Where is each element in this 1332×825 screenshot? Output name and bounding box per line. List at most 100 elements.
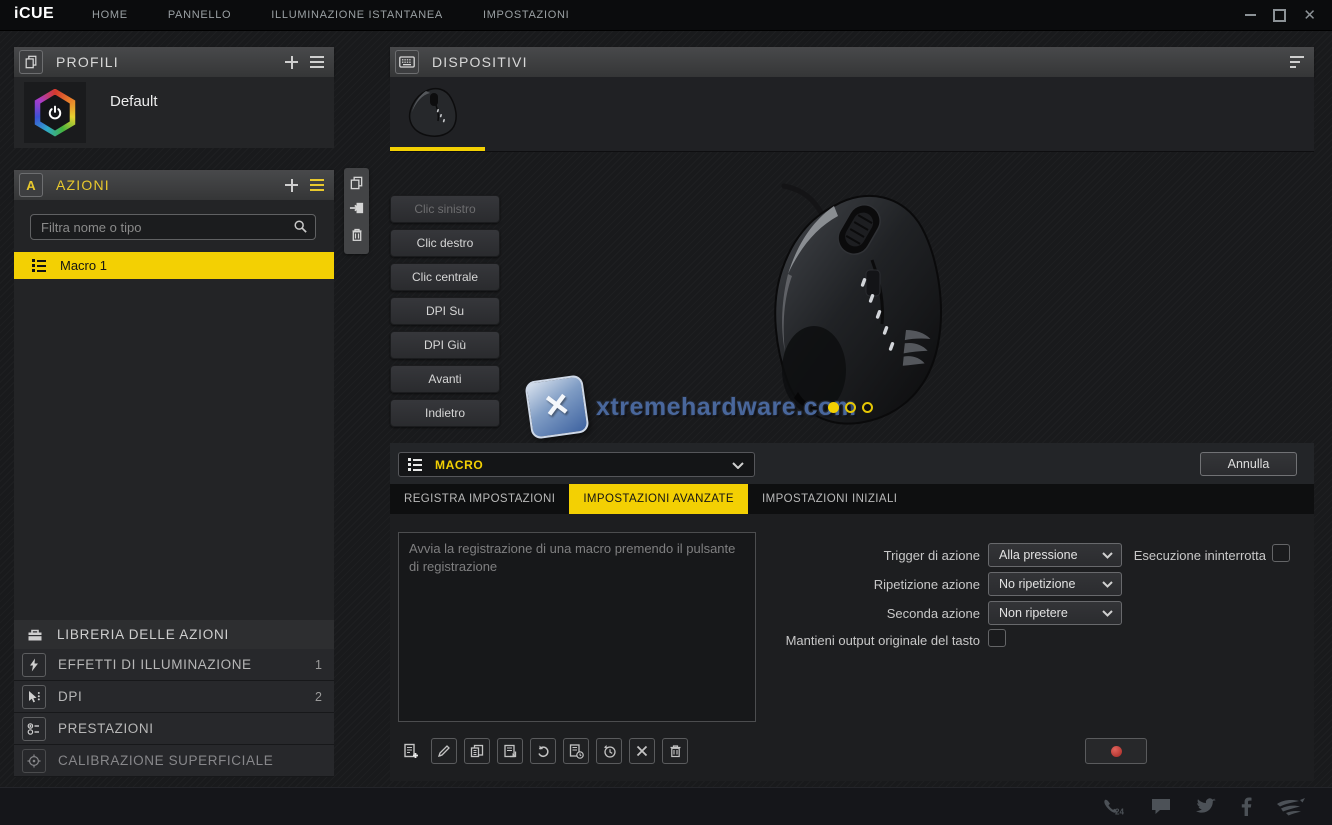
field-label-seconda: Seconda azione	[700, 606, 980, 621]
add-profile-icon[interactable]	[285, 56, 298, 69]
chat-icon[interactable]	[1150, 797, 1172, 816]
mouse-button-avanti[interactable]: Avanti	[390, 365, 500, 393]
actions-header: A AZIONI	[14, 170, 334, 201]
power-icon	[46, 104, 64, 122]
record-delays-icon[interactable]	[596, 738, 622, 764]
actions-panel: Macro 1	[14, 200, 334, 620]
library-item-dpi[interactable]: DPI 2	[14, 681, 334, 713]
tab-registra-impostazioni[interactable]: REGISTRA IMPOSTAZIONI	[390, 484, 569, 514]
mouse-button-indietro[interactable]: Indietro	[390, 399, 500, 427]
copy-icon[interactable]	[349, 175, 364, 195]
macro-tabs: REGISTRA IMPOSTAZIONI IMPOSTAZIONI AVANZ…	[390, 484, 1314, 514]
copy-icon[interactable]	[464, 738, 490, 764]
paste-icon[interactable]	[497, 738, 523, 764]
profiles-icon	[19, 50, 43, 74]
window-controls: ✕	[1245, 0, 1316, 30]
titlebar: iCUE HOME PANNELLO ILLUMINAZIONE ISTANTA…	[0, 0, 1332, 31]
macro-list-icon	[32, 259, 46, 272]
action-type-value: MACRO	[435, 458, 483, 472]
profile-name: Default	[110, 93, 158, 110]
chevron-down-icon	[1102, 604, 1113, 622]
record-button[interactable]	[1085, 738, 1147, 764]
performance-icon	[22, 717, 46, 741]
actions-filter-input[interactable]	[30, 214, 316, 240]
import-icon[interactable]	[349, 201, 365, 220]
devices-menu-icon[interactable]	[1290, 56, 1304, 68]
field-label-ripetizione: Ripetizione azione	[700, 577, 980, 592]
actions-menu-icon[interactable]	[310, 179, 324, 192]
trigger-di-azione-dropdown[interactable]: Alla pressione	[988, 543, 1122, 567]
main-nav: HOME PANNELLO ILLUMINAZIONE ISTANTANEA I…	[92, 0, 569, 30]
profile-avatar	[24, 82, 86, 143]
profiles-menu-icon[interactable]	[310, 56, 324, 69]
facebook-icon[interactable]	[1241, 797, 1252, 816]
tab-impostazioni-avanzate[interactable]: IMPOSTAZIONI AVANZATE	[569, 484, 748, 514]
active-tab-underline	[390, 147, 485, 151]
library-item-calibrazione[interactable]: CALIBRAZIONE SUPERFICIALE	[14, 745, 334, 777]
actions-badge-icon: A	[19, 173, 43, 197]
mouse-image	[738, 182, 966, 430]
ripetizione-azione-dropdown[interactable]: No ripetizione	[988, 572, 1122, 596]
esecuzione-ininterrotta-checkbox[interactable]	[1272, 544, 1290, 562]
library-item-prestazioni[interactable]: PRESTAZIONI	[14, 713, 334, 745]
device-tab-mouse[interactable]	[390, 77, 485, 151]
library-item-effetti[interactable]: EFFETTI DI ILLUMINAZIONE 1	[14, 649, 334, 681]
calibration-target-icon	[22, 749, 46, 773]
twitter-icon[interactable]	[1196, 798, 1217, 815]
add-event-icon[interactable]	[398, 738, 424, 764]
keyboard-icon	[395, 50, 419, 74]
device-view-pagination	[828, 402, 873, 413]
library-count: 1	[315, 658, 322, 672]
mouse-button-clic-centrale[interactable]: Clic centrale	[390, 263, 500, 291]
corsair-logo-icon[interactable]	[1276, 797, 1306, 816]
library-header[interactable]: LIBRERIA DELLE AZIONI	[14, 620, 334, 650]
profile-item-default[interactable]: Default	[14, 77, 334, 148]
chevron-down-icon	[1102, 546, 1113, 564]
cancel-button[interactable]: Annulla	[1200, 452, 1297, 476]
edit-icon[interactable]	[431, 738, 457, 764]
profiles-title: PROFILI	[56, 54, 119, 70]
svg-text:24: 24	[1115, 807, 1124, 816]
page-dot-2[interactable]	[845, 402, 856, 413]
insert-delay-icon[interactable]	[563, 738, 589, 764]
action-type-dropdown[interactable]: MACRO	[398, 452, 755, 477]
tab-impostazioni-iniziali[interactable]: IMPOSTAZIONI INIZIALI	[748, 484, 911, 514]
library-title: LIBRERIA DELLE AZIONI	[57, 627, 229, 642]
profiles-header: PROFILI	[14, 47, 334, 78]
nav-home[interactable]: HOME	[92, 9, 128, 21]
add-action-icon[interactable]	[285, 179, 298, 192]
support-24-icon[interactable]: 24	[1102, 798, 1126, 816]
minimize-icon[interactable]	[1245, 14, 1256, 16]
icue-window: iCUE HOME PANNELLO ILLUMINAZIONE ISTANTA…	[0, 0, 1332, 825]
clear-icon[interactable]	[629, 738, 655, 764]
page-dot-1[interactable]	[828, 402, 839, 413]
mouse-button-clic-sinistro[interactable]: Clic sinistro	[390, 195, 500, 223]
mouse-button-dpi-su[interactable]: DPI Su	[390, 297, 500, 325]
record-dot-icon	[1111, 746, 1122, 757]
chevron-down-icon	[732, 456, 744, 474]
checkbox-label-mantieni: Mantieni output originale del tasto	[700, 633, 980, 648]
icue-logo: iCUE	[14, 5, 54, 23]
seconda-azione-dropdown[interactable]: Non ripetere	[988, 601, 1122, 625]
mouse-button-clic-destro[interactable]: Clic destro	[390, 229, 500, 257]
library-count: 2	[315, 690, 322, 704]
nav-pannello[interactable]: PANNELLO	[168, 9, 231, 21]
mouse-button-dpi-giu[interactable]: DPI Giù	[390, 331, 500, 359]
field-label-trigger: Trigger di azione	[700, 548, 980, 563]
footer-bar: 24	[0, 787, 1332, 825]
nav-illuminazione-istantanea[interactable]: ILLUMINAZIONE ISTANTANEA	[271, 9, 443, 21]
nav-impostazioni[interactable]: IMPOSTAZIONI	[483, 9, 569, 21]
watermark-x-logo: ×	[524, 374, 590, 440]
delete-icon[interactable]	[662, 738, 688, 764]
dpi-cursor-icon	[22, 685, 46, 709]
maximize-icon[interactable]	[1273, 9, 1286, 22]
lightning-icon	[22, 653, 46, 677]
undo-icon[interactable]	[530, 738, 556, 764]
mantieni-output-checkbox[interactable]	[988, 629, 1006, 647]
library-icon	[27, 628, 43, 642]
trash-icon[interactable]	[350, 227, 364, 247]
page-dot-3[interactable]	[862, 402, 873, 413]
search-icon	[293, 219, 308, 239]
close-icon[interactable]: ✕	[1303, 8, 1316, 23]
action-item-macro1[interactable]: Macro 1	[14, 252, 334, 279]
